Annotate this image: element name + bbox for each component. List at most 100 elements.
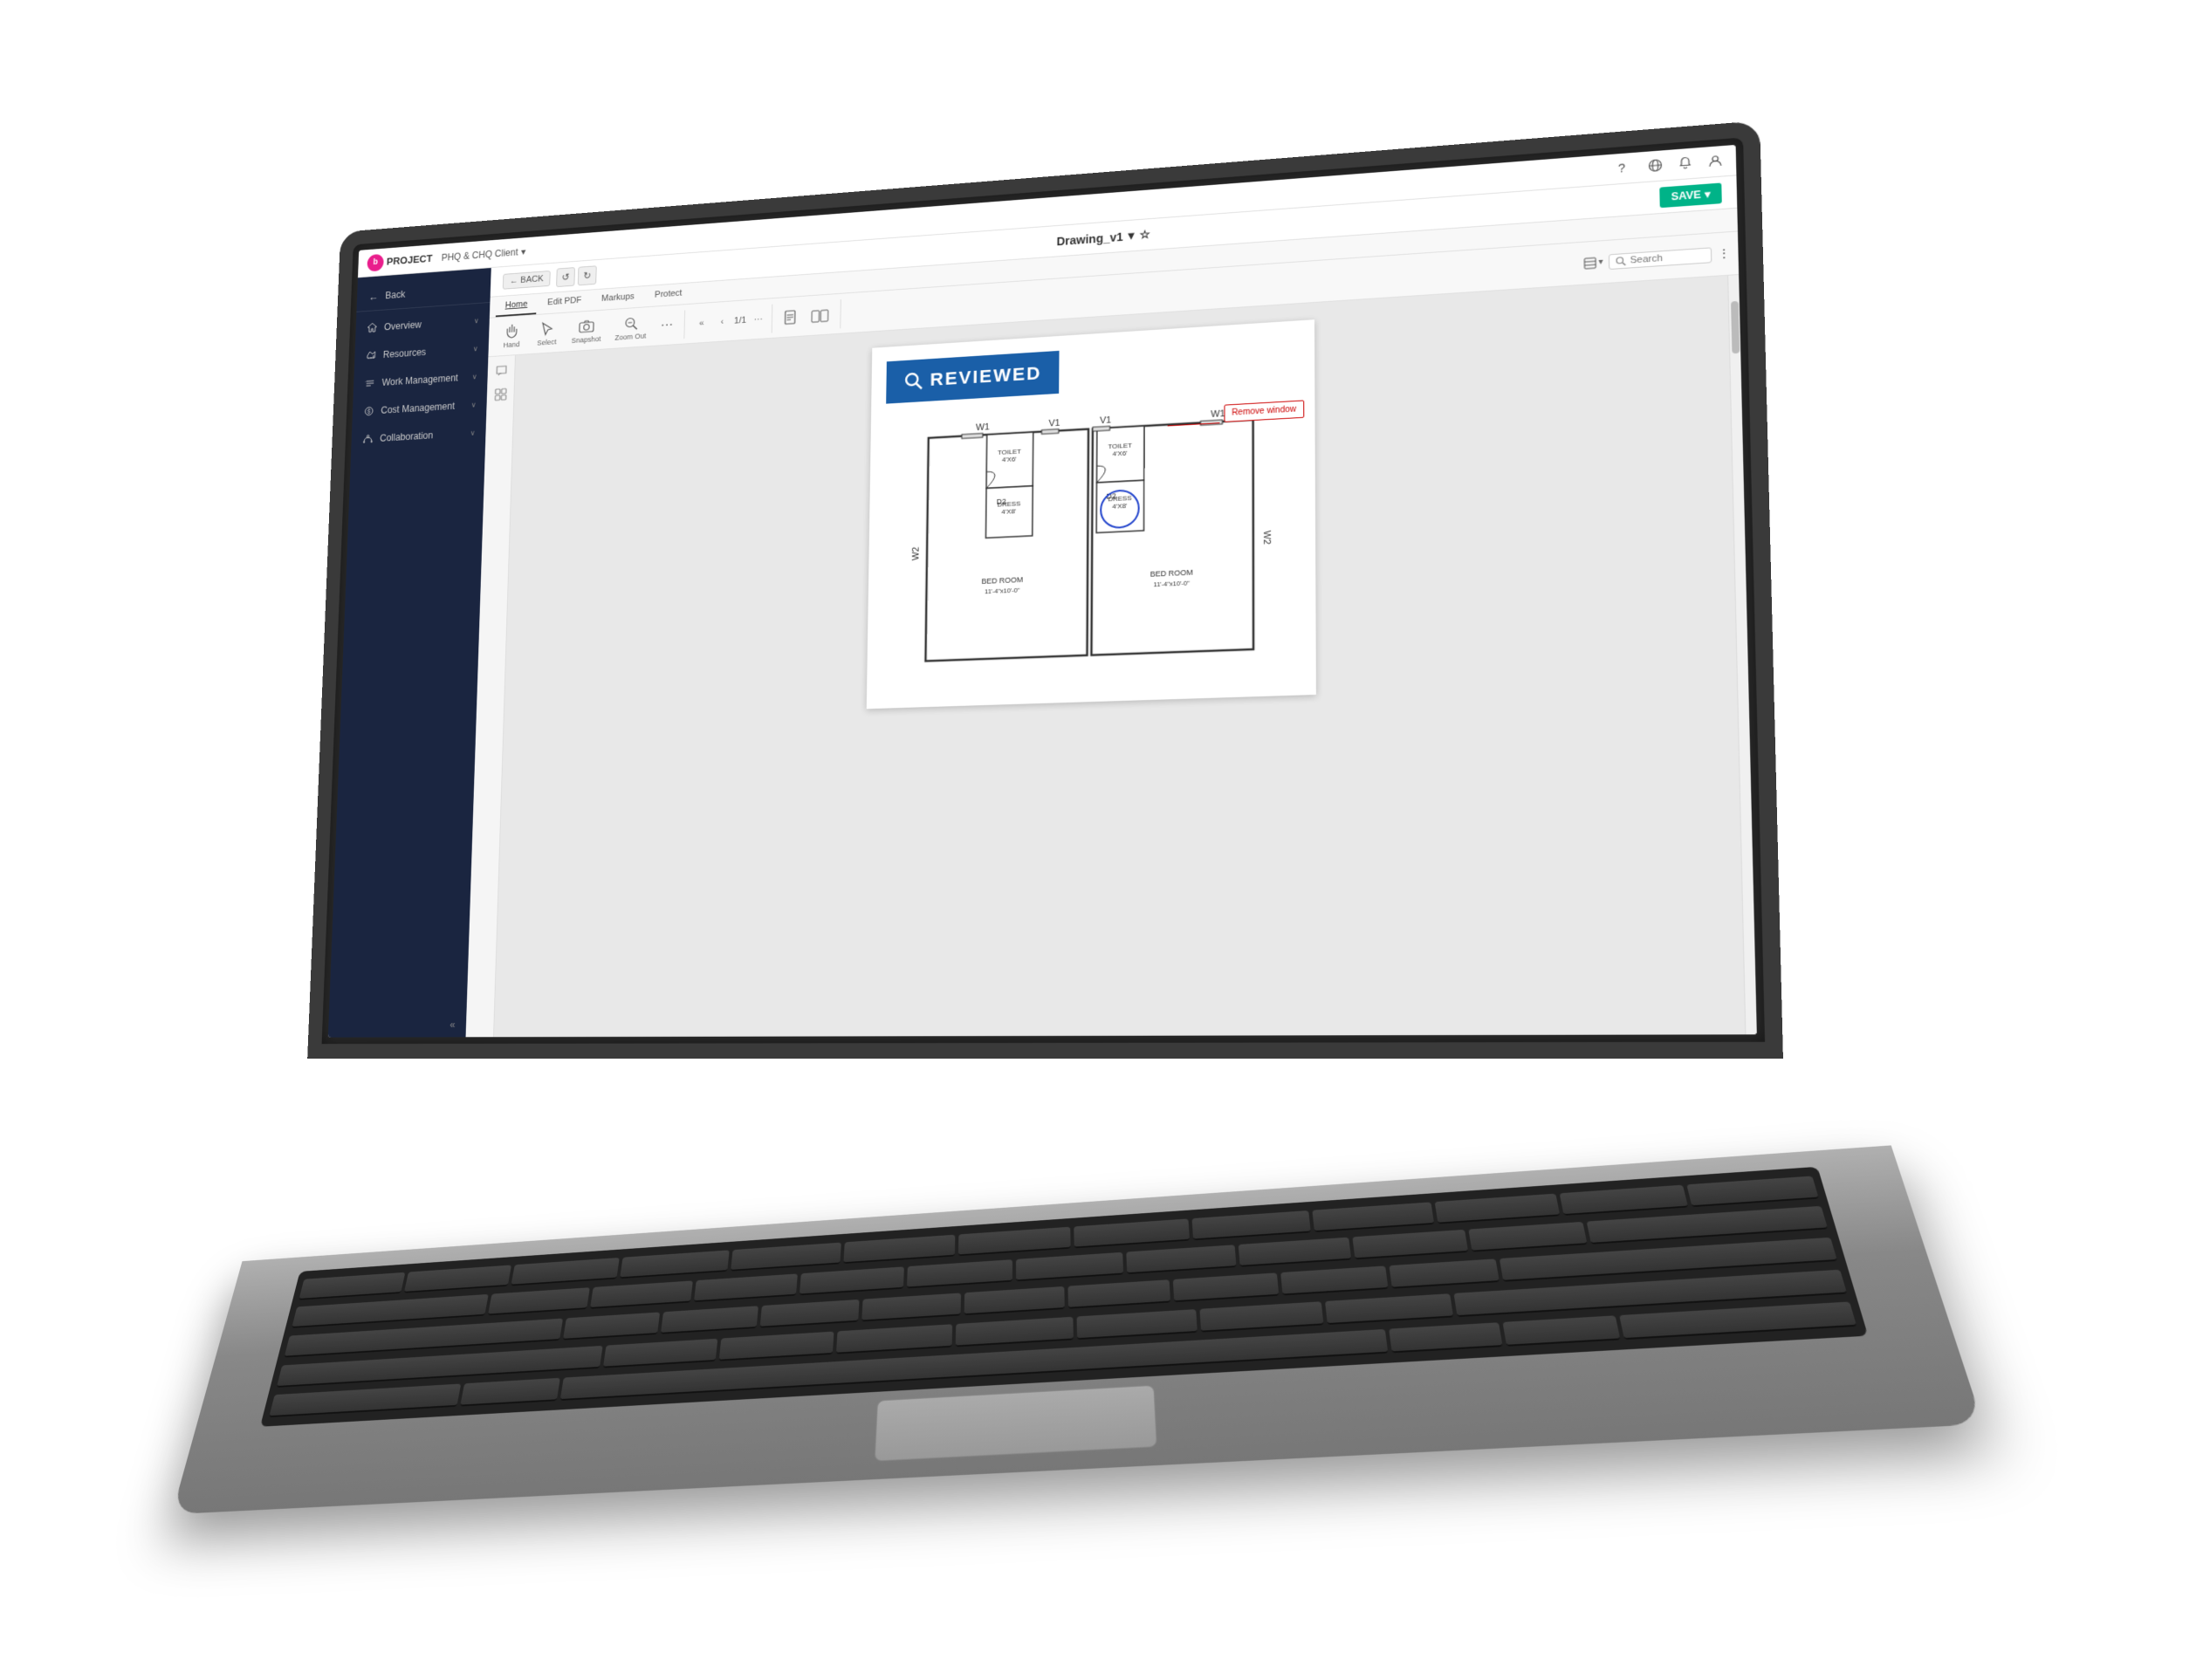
pdf-star-icon[interactable]: ☆ xyxy=(1139,227,1150,242)
key[interactable] xyxy=(907,1259,1012,1288)
resources-chevron-icon: ∨ xyxy=(473,344,478,353)
key[interactable] xyxy=(511,1257,619,1285)
key[interactable] xyxy=(964,1286,1064,1314)
key[interactable] xyxy=(1389,1322,1503,1353)
key[interactable] xyxy=(694,1273,798,1302)
doc-single-icon xyxy=(784,307,797,326)
toolbar-tool-snapshot[interactable]: Snapshot xyxy=(565,312,607,347)
sidebar-item-back[interactable]: ← Back xyxy=(356,274,491,312)
key[interactable] xyxy=(836,1323,952,1353)
collaboration-icon xyxy=(361,432,374,445)
toolbar-tool-hand[interactable]: Hand xyxy=(495,319,530,353)
key[interactable] xyxy=(661,1306,758,1334)
snapshot-icon xyxy=(579,317,594,335)
key[interactable] xyxy=(1435,1193,1561,1224)
toolbar-tool-more[interactable]: ··· xyxy=(654,312,679,338)
toolbar-tool-zoom-out[interactable]: Zoom Out xyxy=(608,310,653,345)
key[interactable] xyxy=(731,1242,841,1271)
key[interactable] xyxy=(404,1265,511,1293)
key[interactable] xyxy=(1239,1238,1352,1267)
key[interactable] xyxy=(488,1287,590,1315)
save-button[interactable]: SAVE ▾ xyxy=(1659,182,1721,207)
globe-icon[interactable] xyxy=(1648,157,1665,174)
key[interactable] xyxy=(1173,1272,1279,1302)
tab-home[interactable]: Home xyxy=(496,293,537,316)
key[interactable] xyxy=(843,1234,955,1263)
svg-text:V1: V1 xyxy=(1100,415,1111,426)
key[interactable] xyxy=(1468,1222,1587,1252)
key[interactable] xyxy=(1200,1300,1324,1331)
page-first-button[interactable]: « xyxy=(693,313,710,332)
snapshot-label: Snapshot xyxy=(572,334,601,344)
pdf-title-chevron-icon[interactable]: ▾ xyxy=(1129,228,1135,242)
toolbar-doc-double[interactable] xyxy=(805,302,836,328)
key[interactable] xyxy=(956,1316,1074,1347)
key[interactable] xyxy=(800,1266,904,1295)
pdf-redo-button[interactable]: ↻ xyxy=(578,264,597,285)
floor-plan-svg: W1 V1 V1 W1 W2 W2 xyxy=(909,397,1272,682)
key[interactable] xyxy=(1280,1265,1389,1295)
key[interactable] xyxy=(1352,1230,1468,1259)
pdf-undo-button[interactable]: ↺ xyxy=(556,266,575,286)
key[interactable] xyxy=(1016,1252,1123,1281)
key[interactable] xyxy=(1389,1258,1500,1288)
tab-edit-pdf[interactable]: Edit PDF xyxy=(538,290,591,313)
key[interactable] xyxy=(760,1299,859,1327)
key[interactable] xyxy=(1068,1279,1171,1308)
pdf-main: REVIEWED xyxy=(494,275,1745,1036)
key[interactable] xyxy=(1077,1308,1198,1339)
svg-text:4'X8': 4'X8' xyxy=(1112,501,1128,510)
tab-markups[interactable]: Markups xyxy=(592,286,644,311)
page-prev-button[interactable]: ‹ xyxy=(713,312,731,330)
work-mgmt-chevron-icon: ∨ xyxy=(472,372,477,381)
key[interactable] xyxy=(1503,1315,1621,1346)
sidebar-work-mgmt-label: Work Management xyxy=(381,371,466,387)
key[interactable] xyxy=(299,1272,405,1299)
bell-icon[interactable] xyxy=(1678,154,1695,171)
key[interactable] xyxy=(1192,1210,1311,1239)
key[interactable] xyxy=(1313,1202,1435,1232)
logo-icon: b xyxy=(367,253,383,271)
pdf-back-button[interactable]: ← BACK xyxy=(503,270,551,289)
sidebar-collapse-button[interactable]: « xyxy=(328,1011,467,1037)
page-more-button[interactable]: ··· xyxy=(749,309,767,327)
pdf-thumbnail-icon[interactable] xyxy=(491,385,509,403)
svg-text:11'-4"x10'-0": 11'-4"x10'-0" xyxy=(1154,580,1191,588)
pdf-chat-icon[interactable] xyxy=(492,361,510,380)
key[interactable] xyxy=(269,1383,461,1417)
key[interactable] xyxy=(718,1331,834,1361)
toolbar-kebab-menu[interactable]: ⋮ xyxy=(1717,245,1731,261)
key[interactable] xyxy=(1686,1176,1819,1207)
project-chevron-icon: ▾ xyxy=(521,245,526,257)
key[interactable] xyxy=(861,1293,961,1321)
trackpad[interactable] xyxy=(875,1384,1157,1461)
svg-text:4'X8': 4'X8' xyxy=(1001,507,1016,516)
resources-icon xyxy=(365,348,377,361)
floor-plan: W1 V1 V1 W1 W2 W2 xyxy=(909,397,1272,682)
nav-project-name[interactable]: PHQ & CHQ Client ▾ xyxy=(442,245,526,263)
hand-label: Hand xyxy=(503,339,519,348)
key[interactable] xyxy=(1126,1245,1236,1274)
key[interactable] xyxy=(620,1250,730,1279)
pdf-back-label: ← BACK xyxy=(510,273,544,285)
help-icon[interactable]: ? xyxy=(1618,160,1635,176)
toolbar-view-options[interactable]: ▾ xyxy=(1583,256,1603,269)
tab-protect[interactable]: Protect xyxy=(645,283,692,306)
toolbar-separator-2 xyxy=(772,304,773,333)
user-icon[interactable] xyxy=(1707,153,1725,169)
key[interactable] xyxy=(1074,1218,1191,1248)
toolbar-doc-single[interactable] xyxy=(778,304,804,329)
key[interactable] xyxy=(603,1338,717,1368)
key[interactable] xyxy=(1325,1293,1452,1324)
key[interactable] xyxy=(590,1280,693,1308)
pdf-page: REVIEWED xyxy=(867,319,1316,709)
svg-text:W2: W2 xyxy=(1261,530,1272,545)
key[interactable] xyxy=(957,1226,1071,1256)
toolbar-tool-select[interactable]: Select xyxy=(530,316,565,350)
key[interactable] xyxy=(460,1377,559,1406)
search-input[interactable] xyxy=(1630,250,1705,265)
pdf-scrollbar-thumb[interactable] xyxy=(1731,300,1740,353)
zoom-out-label: Zoom Out xyxy=(614,332,646,341)
key[interactable] xyxy=(563,1312,661,1340)
key[interactable] xyxy=(1560,1184,1689,1215)
